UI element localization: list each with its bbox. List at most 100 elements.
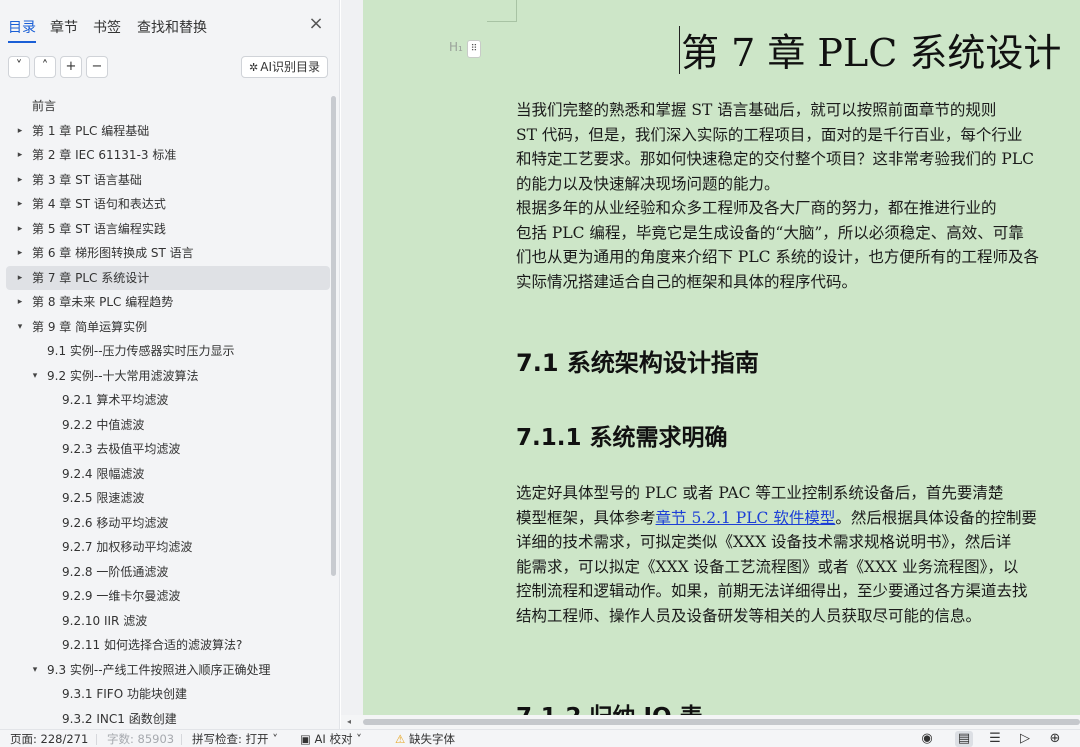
toc-item[interactable]: 9.2.4 限幅滤波: [6, 462, 330, 487]
cross-reference-link[interactable]: 章节 5.2.1 PLC 软件模型: [656, 509, 836, 527]
paragraph-line: 模型框架，具体参考章节 5.2.1 PLC 软件模型。然后根据具体设备的控制要: [516, 506, 1037, 531]
toc-item-label: 第 2 章 IEC 61131-3 标准: [32, 148, 177, 162]
toc-item[interactable]: 9.3.1 FIFO 功能块创建: [6, 682, 330, 707]
toc-item[interactable]: 9.2.2 中值滤波: [6, 413, 330, 438]
close-icon[interactable]: ×: [308, 15, 324, 33]
toc-item[interactable]: 9.2.8 一阶低通滤波: [6, 560, 330, 585]
heading-level-marker: H₁: [449, 40, 463, 54]
eye-icon[interactable]: ◉: [918, 731, 936, 747]
toc-item-label: 9.3.2 INC1 函数创建: [62, 711, 177, 726]
page-view-icon[interactable]: ▤: [955, 731, 973, 747]
toc-item-label: 9.2.5 限速滤波: [62, 491, 145, 505]
toc-item[interactable]: 前言: [6, 94, 330, 119]
horizontal-scrollbar[interactable]: ◂: [341, 715, 1080, 729]
toc-item[interactable]: 9.2.5 限速滤波: [6, 486, 330, 511]
toc-item[interactable]: 9.3.2 INC1 函数创建: [6, 707, 330, 730]
ai-outline-button[interactable]: ✲ AI识别目录: [241, 56, 328, 78]
toc-item[interactable]: 9.2.1 算术平均滤波: [6, 388, 330, 413]
toc-item-label: 9.3 实例--产线工件按照进入顺序正确处理: [47, 662, 271, 677]
toc-item[interactable]: ▸ 第 1 章 PLC 编程基础: [6, 119, 330, 144]
chevron-right-icon[interactable]: ▸: [14, 241, 26, 266]
chevron-right-icon[interactable]: ▸: [14, 217, 26, 242]
paragraph-line: 选定好具体型号的 PLC 或者 PAC 等工业控制系统设备后，首先要清楚: [516, 484, 1004, 502]
chevron-down-icon[interactable]: ▾: [14, 315, 26, 340]
ai-outline-label: AI识别目录: [260, 60, 320, 74]
chevron-right-icon[interactable]: ▸: [14, 143, 26, 168]
toc-item[interactable]: 9.2.10 IIR 滤波: [6, 609, 330, 634]
toc-item-label: 9.2 实例--十大常用滤波算法: [47, 368, 199, 383]
chevron-down-icon[interactable]: ▾: [29, 658, 41, 683]
chevron-right-icon[interactable]: ▸: [14, 290, 26, 315]
toc-item[interactable]: 9.2.6 移动平均滤波: [6, 511, 330, 536]
chevron-down-icon[interactable]: ▾: [29, 364, 41, 389]
paragraph-line: 详细的技术需求，可拟定类似《XXX 设备技术需求规格说明书》，然后详: [516, 533, 1012, 551]
toc-item-label: 9.2.11 如何选择合适的滤波算法?: [62, 638, 243, 652]
collapse-all-button[interactable]: ˅: [8, 56, 30, 78]
toc-item[interactable]: ▸ 第 7 章 PLC 系统设计: [6, 265, 330, 291]
section-heading: 7.1 系统架构设计指南: [516, 349, 759, 377]
chevron-right-icon[interactable]: ▸: [14, 192, 26, 217]
word-count[interactable]: 字数: 85903: [107, 732, 174, 746]
toc-item[interactable]: ▾ 9.2 实例--十大常用滤波算法: [6, 364, 330, 389]
navigation-pane: 目录 章节 书签 查找和替换 × ˅ ˄ + − ✲ AI识别目录 前言 ▸ 第 1 …: [0, 0, 340, 729]
paragraph-line: 和特定工艺要求。那如何快速稳定的交付整个项目？这非常考验我们的 PLC: [516, 150, 1035, 168]
toc-item-label: 第 5 章 ST 语言编程实践: [32, 221, 166, 236]
page-margin-marker: [487, 0, 517, 22]
toc-item[interactable]: 9.2.9 一维卡尔曼滤波: [6, 584, 330, 609]
block-drag-handle-icon[interactable]: ⠿: [467, 40, 481, 58]
horizontal-scroll-thumb[interactable]: [363, 719, 1080, 725]
chevron-right-icon[interactable]: ▸: [14, 168, 26, 193]
toc-toolbar: ˅ ˄ + − ✲ AI识别目录: [0, 56, 340, 80]
toc-item-label: 第 3 章 ST 语言基础: [32, 172, 142, 187]
divider: [181, 734, 182, 745]
toc-item[interactable]: ▸ 第 2 章 IEC 61131-3 标准: [6, 143, 330, 168]
chevron-right-icon[interactable]: ▸: [14, 119, 26, 144]
tab-chapters[interactable]: 章节: [50, 17, 78, 37]
chevron-down-icon: ˅: [272, 732, 278, 746]
chapter-title: 第 7 章 PLC 系统设计: [681, 31, 1062, 75]
tab-toc[interactable]: 目录: [8, 17, 36, 43]
toc-item[interactable]: 9.2.11 如何选择合适的滤波算法?: [6, 633, 330, 658]
expand-all-button[interactable]: ˄: [34, 56, 56, 78]
globe-icon[interactable]: ⊕: [1046, 731, 1064, 747]
toc-item[interactable]: 9.2.3 去极值平均滤波: [6, 437, 330, 462]
toc-item[interactable]: ▸ 第 8 章未来 PLC 编程趋势: [6, 290, 330, 315]
toc-item-label: 9.2.7 加权移动平均滤波: [62, 540, 193, 554]
add-heading-button[interactable]: +: [60, 56, 82, 78]
warning-icon: ⚠: [395, 732, 406, 746]
toc-item-label: 第 4 章 ST 语句和表达式: [32, 197, 166, 211]
toc-item[interactable]: ▸ 第 4 章 ST 语句和表达式: [6, 192, 330, 217]
missing-font-warning[interactable]: ⚠ 缺失字体: [395, 732, 455, 746]
toc-item-label: 前言: [32, 99, 57, 113]
chevron-right-icon[interactable]: ▸: [14, 266, 26, 291]
toc-item-label: 9.2.9 一维卡尔曼滤波: [62, 589, 181, 603]
spellcheck-toggle[interactable]: 拼写检查: 打开 ˅: [192, 732, 278, 746]
play-icon[interactable]: ▷: [1016, 731, 1034, 747]
toc-item[interactable]: ▸ 第 5 章 ST 语言编程实践: [6, 217, 330, 242]
tab-bookmarks[interactable]: 书签: [93, 17, 121, 37]
toc-item-label: 第 9 章 简单运算实例: [32, 319, 148, 334]
paragraph-line: 根据多年的从业经验和众多工程师及各大厂商的努力，都在推进行业的: [516, 199, 997, 217]
toc-item[interactable]: 9.1 实例--压力传感器实时压力显示: [6, 339, 330, 364]
document-page[interactable]: H₁ ⠿ 第 7 章 PLC 系统设计 当我们完整的熟悉和掌握 ST 语言基础后…: [363, 0, 1080, 729]
scroll-left-icon[interactable]: ◂: [347, 715, 351, 729]
toc-scrollbar[interactable]: [331, 96, 336, 576]
toc-item[interactable]: ▾ 第 9 章 简单运算实例: [6, 315, 330, 340]
toc-item-label: 9.2.2 中值滤波: [62, 417, 145, 432]
toc-item-label: 第 6 章 梯形图转换成 ST 语言: [32, 246, 194, 260]
paragraph-line: 结构工程师、操作人员及设备研发等相关的人员获取尽可能的信息。: [516, 606, 982, 625]
chevron-down-icon: ˅: [356, 732, 362, 746]
toc-item[interactable]: 9.2.7 加权移动平均滤波: [6, 535, 330, 560]
toc-item-label: 9.2.10 IIR 滤波: [62, 613, 148, 628]
tab-find-replace[interactable]: 查找和替换: [137, 17, 207, 37]
page-indicator[interactable]: 页面: 228/271: [10, 732, 88, 746]
toc-item[interactable]: ▸ 第 6 章 梯形图转换成 ST 语言: [6, 241, 330, 266]
remove-heading-button[interactable]: −: [86, 56, 108, 78]
toc-item[interactable]: ▾ 9.3 实例--产线工件按照进入顺序正确处理: [6, 658, 330, 683]
ai-proofread-button[interactable]: ▣ AI 校对 ˅: [300, 732, 362, 746]
toc-item-label: 9.2.8 一阶低通滤波: [62, 564, 169, 579]
toc-item[interactable]: ▸ 第 3 章 ST 语言基础: [6, 168, 330, 193]
toc-item-label: 9.2.3 去极值平均滤波: [62, 442, 181, 456]
outline-view-icon[interactable]: ☰: [986, 731, 1004, 747]
toc-item-label: 9.3.1 FIFO 功能块创建: [62, 687, 187, 701]
